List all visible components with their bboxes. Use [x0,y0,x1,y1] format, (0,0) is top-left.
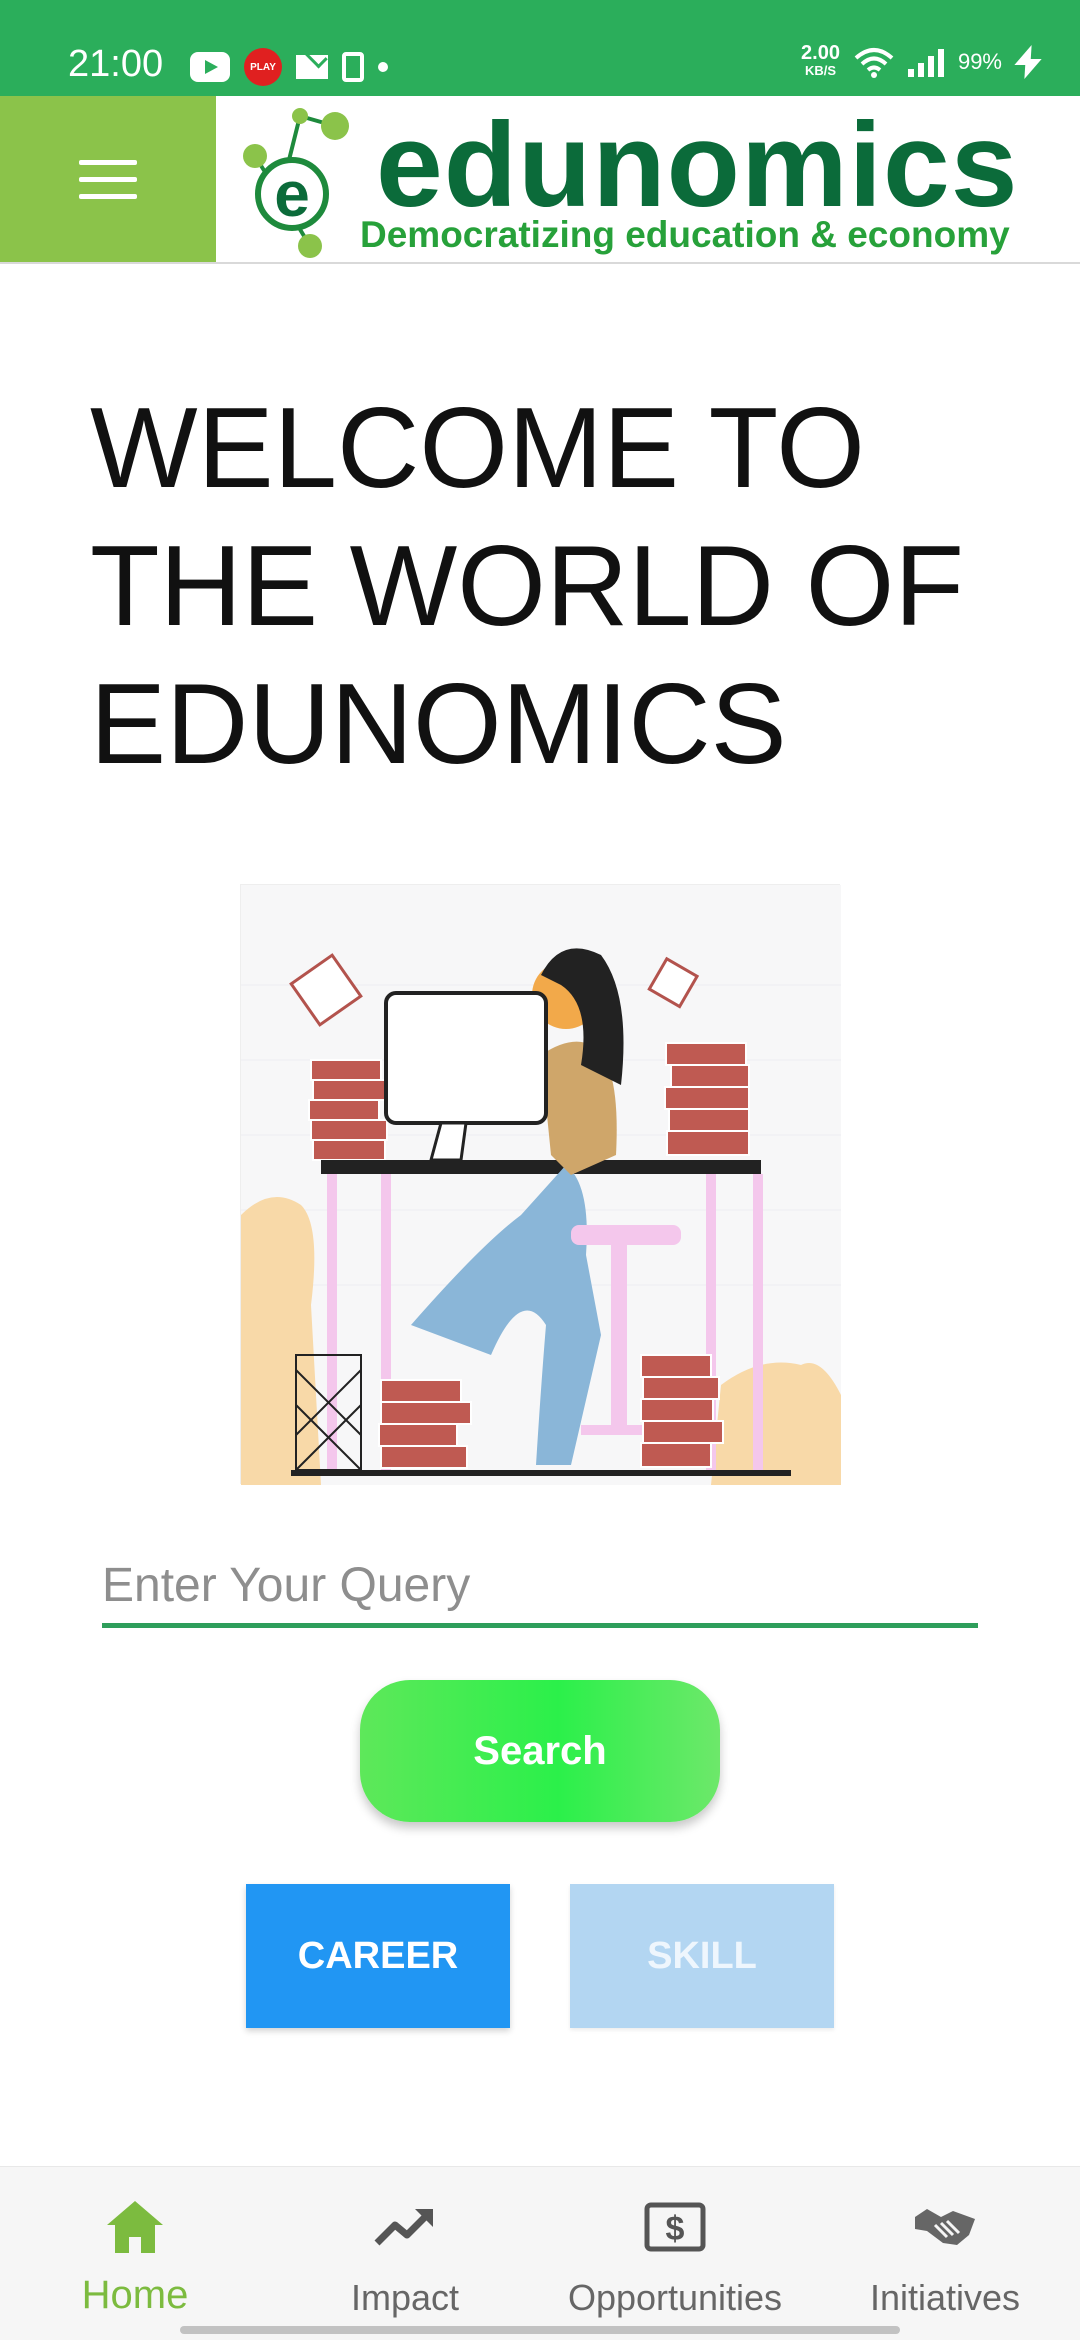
svg-text:$: $ [666,2210,685,2248]
hero-illustration [240,884,841,1485]
system-icons: 2.00 KB/S 99% [801,42,1036,80]
nav-label-opportunities: Opportunities [567,2277,783,2318]
nav-label-impact: Impact [350,2277,460,2318]
notification-icons: PLAY [190,48,388,86]
nav-label-initiatives: Initiatives [869,2277,1021,2318]
status-bar: 21:00 PLAY 2.00 KB/S 99% [0,0,1080,96]
welcome-heading: WELCOME TO THE WORLD OF EDUNOMICS [90,385,964,788]
nav-item-home[interactable]: Home [0,2167,270,2340]
handshake-icon [915,2209,975,2245]
query-input[interactable] [102,1548,978,1628]
nav-item-opportunities[interactable]: $ Opportunities [540,2167,810,2340]
logo-wordmark: edunomics [376,98,1019,232]
trending-up-icon [374,2209,433,2246]
gesture-bar [180,2326,900,2334]
app-header: e edunomics Democratizing education & ec… [0,96,1080,264]
logo: e edunomics Democratizing education & ec… [240,96,1070,262]
more-dot-icon [378,62,388,72]
logo-tagline: Democratizing education & economy [360,214,1010,255]
device-icon [342,52,364,82]
nav-label-home: Home [81,2273,189,2317]
charging-icon [1016,45,1036,79]
nav-item-impact[interactable]: Impact [270,2167,540,2340]
signal-icon [907,47,944,77]
play-badge-icon: PLAY [244,48,282,86]
skill-button[interactable]: SKILL [570,1884,834,2028]
svg-text:e: e [274,158,310,230]
hamburger-icon [79,159,137,165]
career-button[interactable]: CAREER [246,1884,510,2028]
search-button[interactable]: Search [360,1680,720,1822]
network-speed: 2.00 KB/S [801,42,840,78]
mail-icon [296,55,328,79]
menu-button[interactable] [0,96,216,262]
wifi-icon [854,48,894,78]
nav-item-initiatives[interactable]: Initiatives [810,2167,1080,2340]
youtube-icon [190,52,230,82]
dollar-icon: $ [644,2202,706,2252]
status-time: 21:00 [68,43,164,85]
battery-percent: 99% [957,49,1002,74]
logo-molecule-icon: e [243,108,349,258]
home-icon [107,2201,163,2253]
bottom-navigation: Home Impact $ Opportunities Initiatives [0,2166,1080,2340]
